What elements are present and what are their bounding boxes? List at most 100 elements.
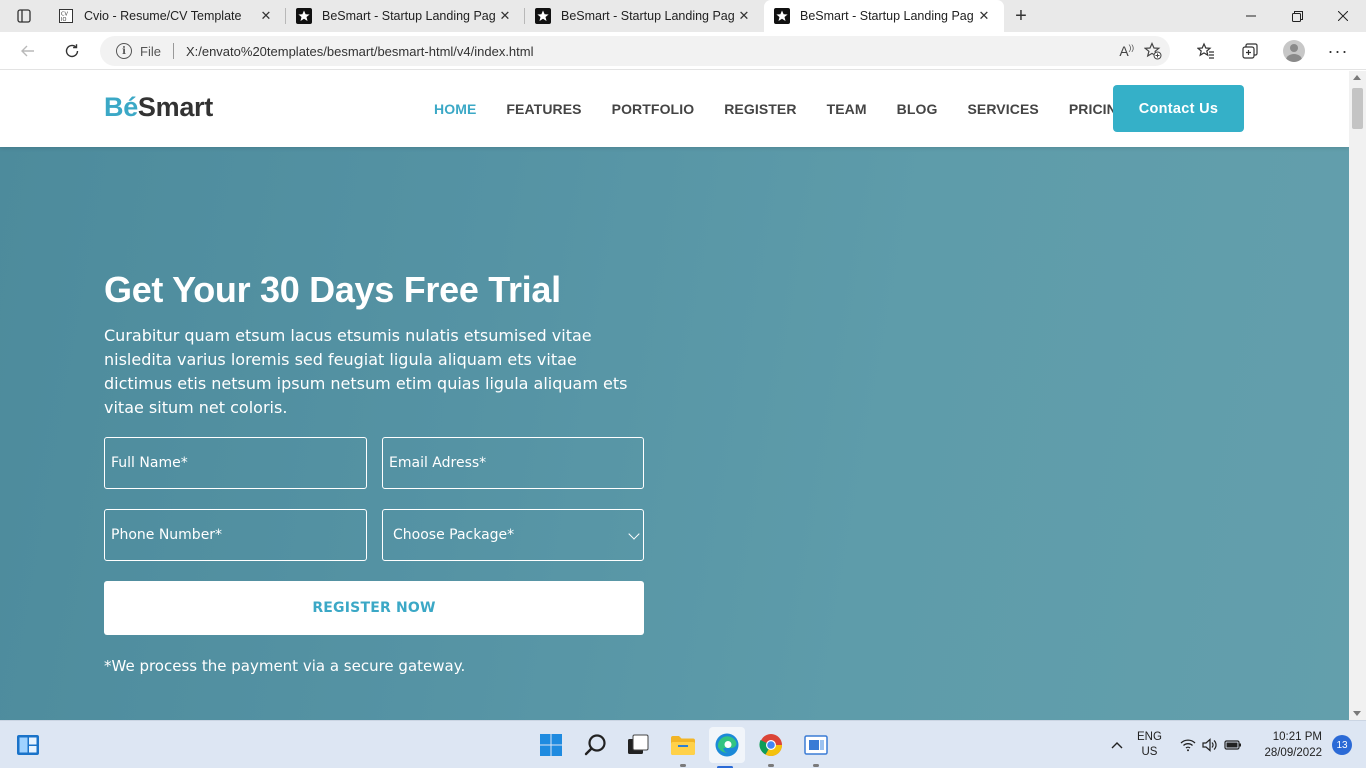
browser-tab-4-active[interactable]: BeSmart - Startup Landing Page ✕ [764,0,1004,32]
clock-date: 28/09/2022 [1264,747,1322,759]
browser-tab-1[interactable]: CV IO Cvio - Resume/CV Template ✕ [48,0,286,32]
tab-title: BeSmart - Startup Landing Page [322,9,495,23]
scheme-label: File [140,43,161,59]
new-tab-button[interactable]: + [1004,0,1038,32]
profile-button[interactable] [1272,35,1316,67]
language-code: ENG [1137,731,1162,743]
chevron-down-icon [628,528,640,540]
main-nav: HOME FEATURES PORTFOLIO REGISTER TEAM BL… [434,71,1158,147]
contact-us-button[interactable]: Contact Us [1113,85,1244,132]
star-icon [535,8,551,24]
restore-icon [1291,10,1303,22]
site-logo[interactable]: BéSmart [104,92,213,123]
reload-button[interactable] [54,35,90,67]
nav-team[interactable]: TEAM [827,101,867,117]
search-button[interactable] [580,729,612,761]
browser-toolbar: i File X:/envato%20templates/besmart/bes… [0,32,1366,70]
back-arrow-icon [21,45,34,57]
widgets-button[interactable] [12,729,44,761]
full-name-placeholder: Full Name* [111,455,188,471]
avatar [1283,40,1305,62]
read-aloud-icon[interactable]: A)) [1119,43,1134,59]
nav-services[interactable]: SERVICES [967,101,1038,117]
site-info-icon[interactable]: i [116,43,132,59]
back-button[interactable] [10,35,46,67]
tab-close-icon[interactable]: ✕ [256,6,276,26]
tab-title: Cvio - Resume/CV Template [84,9,242,23]
windows-taskbar: ENG US 10:21 PM 28/09/2022 13 [0,720,1366,768]
cvio-logo-icon: CV IO [58,8,74,24]
file-explorer-button[interactable] [667,729,699,767]
restore-button[interactable] [1274,0,1320,32]
add-favorite-icon[interactable] [1144,42,1162,60]
task-view-icon [628,734,649,754]
tab-title: BeSmart - Startup Landing Page [561,9,734,23]
phone-field[interactable]: Phone Number* [104,509,367,561]
more-dots-icon: ··· [1327,40,1349,61]
quick-settings[interactable] [1180,721,1242,768]
scroll-up-icon[interactable] [1353,75,1361,80]
register-now-button[interactable]: REGISTER NOW [104,581,644,635]
tab-close-icon[interactable]: ✕ [734,6,754,26]
page-scrollbar[interactable] [1349,71,1366,720]
package-select[interactable]: Choose Package* [382,509,644,561]
chrome-button[interactable] [755,729,787,767]
logo-text: Smart [137,92,213,122]
app-window-icon [804,735,828,755]
tab-title: BeSmart - Startup Landing Page [800,9,974,23]
toolbar-right: ··· [1184,32,1366,70]
package-selected-value: Choose Package* [393,527,515,543]
region-code: US [1141,746,1158,758]
browser-tab-3[interactable]: BeSmart - Startup Landing Page ✕ [525,0,764,32]
edge-browser-button[interactable] [709,727,745,768]
tab-actions-icon [17,9,31,23]
favorites-button[interactable] [1184,35,1228,67]
email-placeholder: Email Adress* [389,455,487,471]
url-text[interactable]: X:/envato%20templates/besmart/besmart-ht… [186,44,534,59]
tab-close-icon[interactable]: ✕ [495,6,515,26]
phone-placeholder: Phone Number* [111,527,223,543]
browser-tab-2[interactable]: BeSmart - Startup Landing Page ✕ [286,0,525,32]
email-field[interactable]: Email Adress* [382,437,644,489]
close-window-button[interactable] [1320,0,1366,32]
chevron-up-icon[interactable] [1108,736,1126,754]
hero-section: Get Your 30 Days Free Trial Curabitur qu… [0,147,1349,720]
tab-actions-button[interactable] [0,0,48,32]
nav-blog[interactable]: BLOG [897,101,938,117]
nav-home[interactable]: HOME [434,101,476,117]
input-language-indicator[interactable]: ENG US [1137,730,1162,760]
task-view-button[interactable] [622,729,654,761]
site-header: BéSmart HOME FEATURES PORTFOLIO REGISTER… [0,71,1349,147]
clock[interactable]: 10:21 PM 28/09/2022 [1264,729,1322,761]
collections-button[interactable] [1228,35,1272,67]
plus-icon: + [1015,4,1027,27]
scroll-down-icon[interactable] [1353,711,1361,716]
browser-tab-strip: CV IO Cvio - Resume/CV Template ✕ BeSmart… [0,0,1366,32]
nav-register[interactable]: REGISTER [724,101,796,117]
full-name-field[interactable]: Full Name* [104,437,367,489]
search-icon [584,734,606,756]
collections-icon [1242,43,1258,59]
scrollbar-thumb[interactable] [1352,88,1363,129]
minimize-button[interactable] [1228,0,1274,32]
chrome-icon [759,734,782,756]
start-button[interactable] [535,729,567,761]
payment-note: *We process the payment via a secure gat… [104,657,466,675]
system-tray [1108,721,1126,768]
favorites-icon [1197,42,1214,59]
app-window-button[interactable] [800,729,832,767]
edge-icon [715,733,739,757]
nav-portfolio[interactable]: PORTFOLIO [612,101,695,117]
page-viewport: BéSmart HOME FEATURES PORTFOLIO REGISTER… [0,71,1349,720]
logo-accent: Bé [104,92,138,122]
svg-text:IO: IO [61,17,66,23]
notification-count-badge[interactable]: 13 [1332,735,1352,755]
address-bar[interactable]: i File X:/envato%20templates/besmart/bes… [100,36,1170,66]
folder-icon [671,736,695,755]
settings-more-button[interactable]: ··· [1316,35,1360,67]
battery-icon [1224,740,1241,750]
tab-close-icon[interactable]: ✕ [974,6,994,26]
star-icon [296,8,312,24]
nav-features[interactable]: FEATURES [506,101,581,117]
widgets-icon [17,735,39,755]
